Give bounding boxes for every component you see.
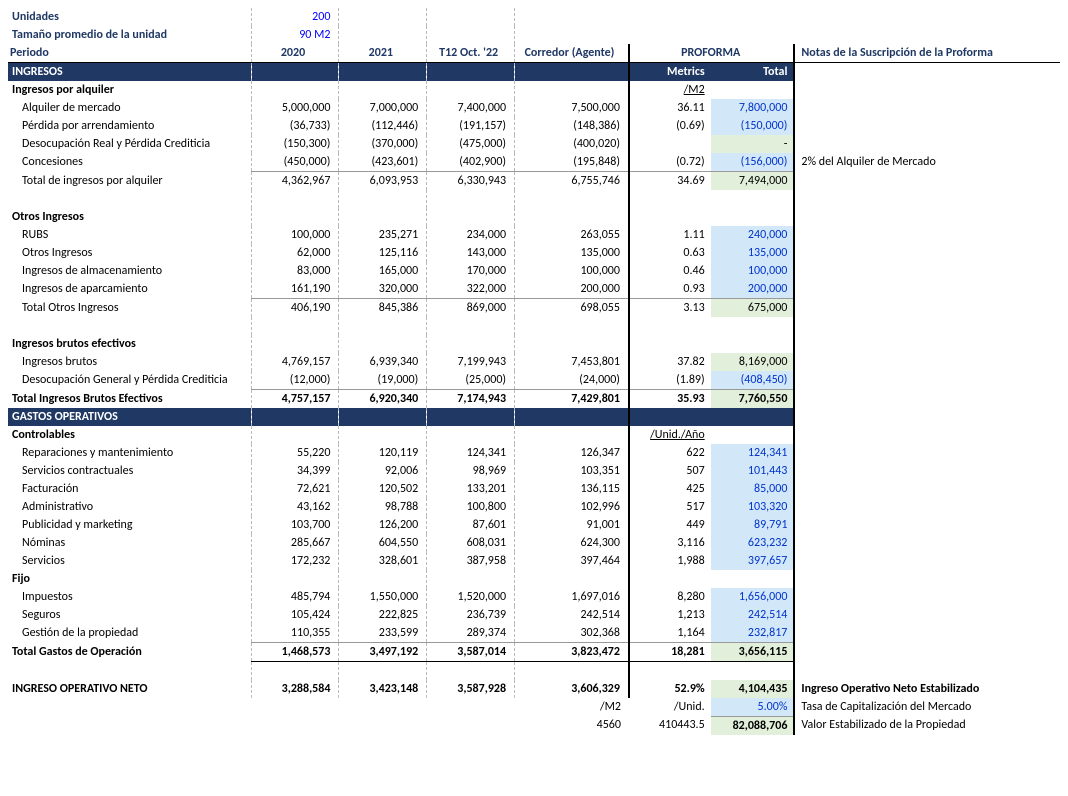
row-gross: Ingresos brutos4,769,1576,939,3407,199,9…: [8, 353, 1060, 371]
row-caprate: /M2 /Unid. 5.00% Tasa de Capitalización …: [8, 698, 1060, 717]
row-admin: Administrativo43,16298,788100,800102,996…: [8, 498, 1060, 516]
row-propmgmt: Gestión de la propiedad110,355233,599289…: [8, 624, 1060, 643]
row-egi-total: Total Ingresos Brutos Efectivos4,757,157…: [8, 390, 1060, 409]
total-header: Total: [711, 63, 795, 82]
row-rental-total: Total de ingresos por alquiler4,362,9676…: [8, 172, 1060, 191]
col-broker: Corredor (Agente): [515, 44, 629, 63]
col-2021: 2021: [339, 44, 427, 63]
section-opex: GASTOS OPERATIVOS: [8, 408, 1060, 426]
row-market-rent: Alquiler de mercado5,000,0007,000,0007,4…: [8, 99, 1060, 117]
egi-header: Ingresos brutos efectivos: [8, 335, 1060, 353]
col-proforma: PROFORMA: [629, 44, 794, 63]
row-contract: Servicios contractuales34,39992,00698,96…: [8, 462, 1060, 480]
units-value: 200: [251, 8, 339, 26]
section-ingresos: INGRESOS Metrics Total: [8, 63, 1060, 82]
row-insurance: Seguros105,424222,825236,739242,5141,213…: [8, 606, 1060, 624]
row-stabilized-value: 4560 410443.5 82,088,706 Valor Estabiliz…: [8, 716, 1060, 735]
row-services: Servicios172,232328,601387,958397,4641,9…: [8, 552, 1060, 570]
row-marketing: Publicidad y marketing103,700126,20087,6…: [8, 516, 1060, 534]
row-parking: Ingresos de aparcamiento161,190320,00032…: [8, 280, 1060, 299]
col-notes: Notas de la Suscripción de la Proforma: [794, 44, 1060, 63]
row-rubs: RUBS100,000235,271234,000263,0551.11240,…: [8, 226, 1060, 244]
row-other-income: Otros Ingresos62,000125,116143,000135,00…: [8, 244, 1060, 262]
units-label: Unidades: [8, 8, 251, 26]
col-2020: 2020: [251, 44, 339, 63]
other-income-header: Otros Ingresos: [8, 208, 1060, 226]
avg-size-label: Tamaño promedio de la unidad: [8, 26, 251, 44]
rental-income-header: Ingresos por alquiler /M2: [8, 81, 1060, 99]
fixed-header: Fijo: [8, 570, 1060, 588]
row-payroll: Nóminas285,667604,550608,031624,3003,116…: [8, 534, 1060, 552]
row-billing: Facturación72,621120,502133,201136,11542…: [8, 480, 1060, 498]
proforma-table: Unidades 200 Tamaño promedio de la unida…: [8, 8, 1060, 735]
row-opex-total: Total Gastos de Operación1,468,5733,497,…: [8, 643, 1060, 662]
col-period: Periodo: [8, 44, 251, 63]
column-header-row: Periodo 2020 2021 T12 Oct. '22 Corredor …: [8, 44, 1060, 63]
row-other-total: Total Otros Ingresos406,190845,386869,00…: [8, 299, 1060, 318]
row-gen-vacancy: Desocupación General y Pérdida Creditici…: [8, 371, 1060, 390]
row-concessions: Concesiones(450,000)(423,601)(402,900)(1…: [8, 153, 1060, 172]
row-vacancy-credit: Desocupación Real y Pérdida Crediticia(1…: [8, 135, 1060, 153]
controllables-header: Controlables/Unid./Año: [8, 426, 1060, 444]
row-repairs: Reparaciones y mantenimiento55,220120,11…: [8, 444, 1060, 462]
row-storage: Ingresos de almacenamiento83,000165,0001…: [8, 262, 1060, 280]
row-loss-lease: Pérdida por arrendamiento(36,733)(112,44…: [8, 117, 1060, 135]
row-taxes: Impuestos485,7941,550,0001,520,0001,697,…: [8, 588, 1060, 606]
metrics-header: Metrics: [629, 63, 711, 82]
avg-size-value: 90 M2: [251, 26, 339, 44]
row-noi: INGRESO OPERATIVO NETO3,288,5843,423,148…: [8, 680, 1060, 698]
col-t12: T12 Oct. '22: [427, 44, 515, 63]
